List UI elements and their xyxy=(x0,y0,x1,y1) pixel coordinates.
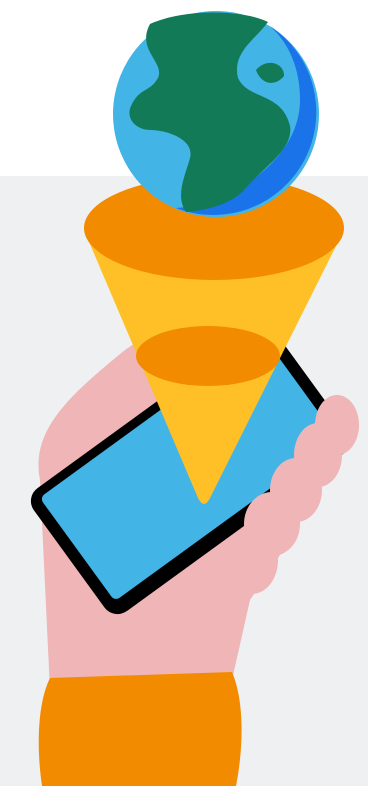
sleeve xyxy=(38,672,242,786)
finger xyxy=(226,526,278,594)
globe xyxy=(113,11,319,217)
globe-funnel-phone-icon xyxy=(30,11,359,786)
funnel-inner-ring xyxy=(136,326,280,386)
illustration-canvas xyxy=(0,0,368,786)
